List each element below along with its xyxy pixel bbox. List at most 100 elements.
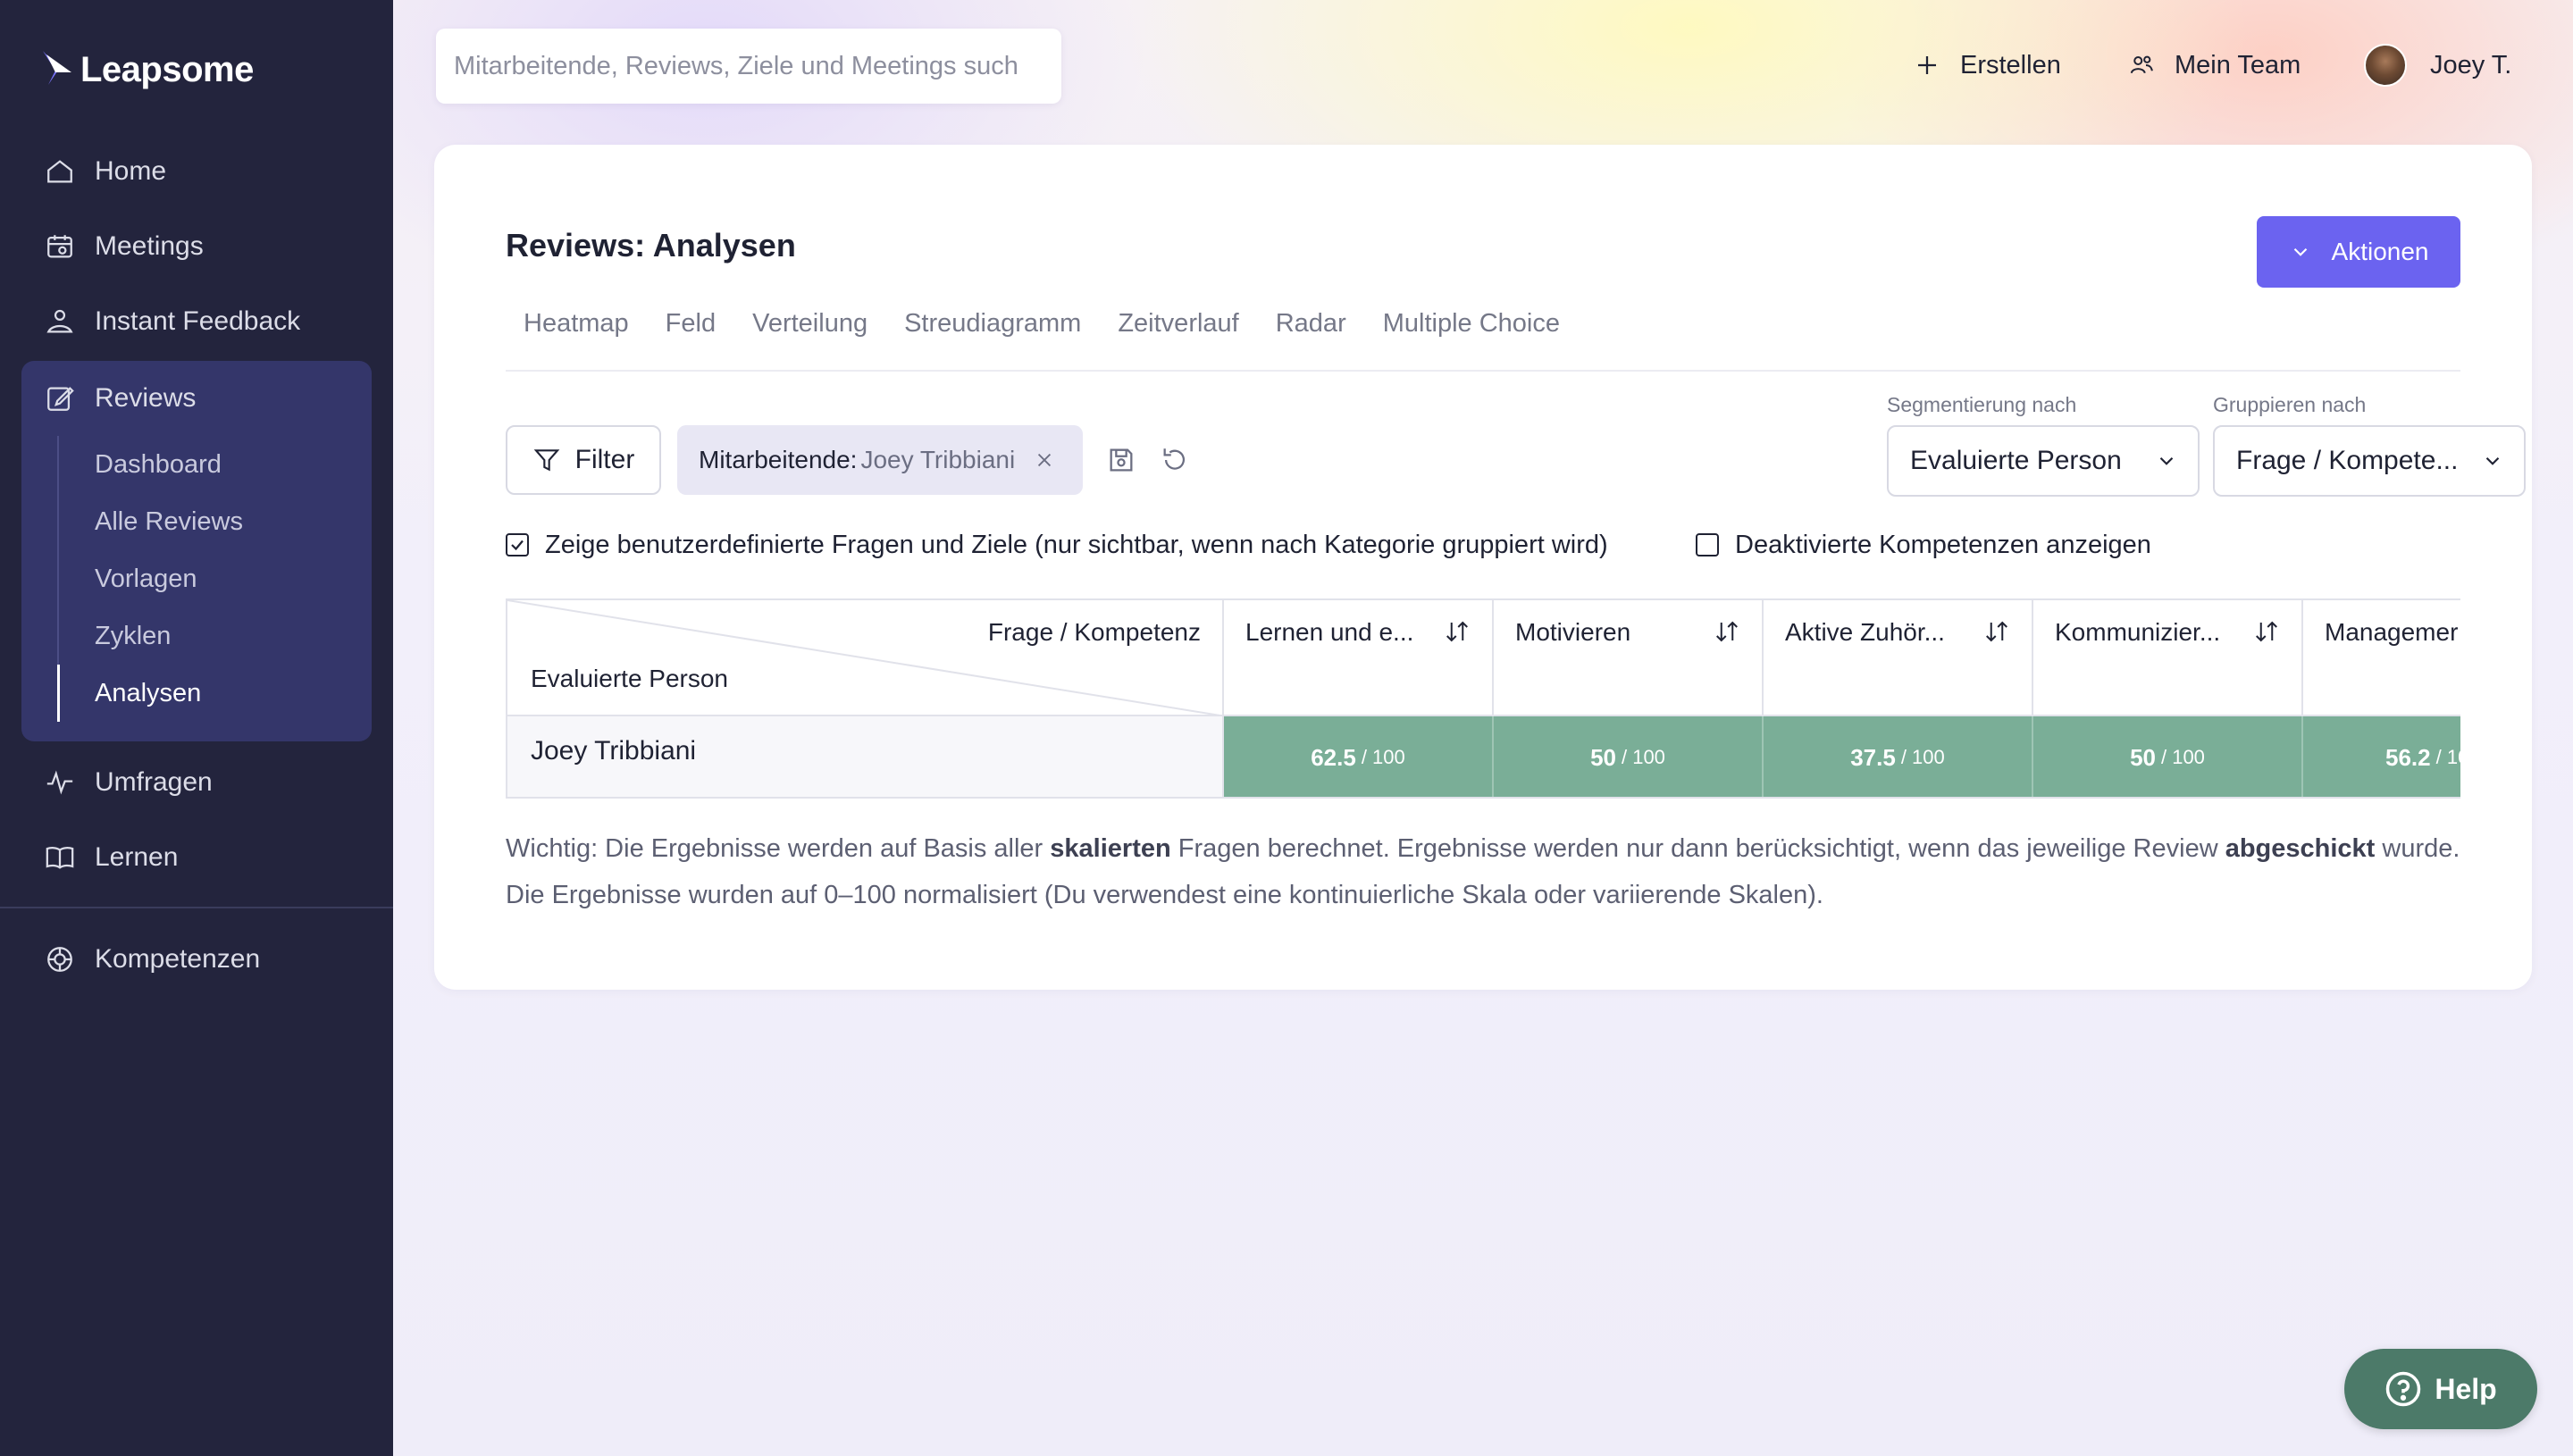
- analysis-tabs: Heatmap Feld Verteilung Streudiagramm Ze…: [506, 304, 2460, 372]
- my-team-button[interactable]: Mein Team: [2128, 39, 2301, 91]
- deactivated-option[interactable]: Deaktivierte Kompetenzen anzeigen: [1696, 527, 2151, 563]
- nav-label: Kompetenzen: [95, 944, 261, 974]
- reviews-icon: [47, 387, 74, 411]
- avatar: [2364, 44, 2407, 87]
- question-icon: [2386, 1371, 2421, 1407]
- nav-item-meetings[interactable]: Meetings: [0, 209, 393, 284]
- create-button[interactable]: Erstellen: [1914, 39, 2061, 91]
- nav-item-kompetenzen[interactable]: Kompetenzen: [0, 922, 393, 997]
- leapsome-logo[interactable]: Leapsome: [39, 45, 254, 95]
- subnav-item-alle-reviews[interactable]: Alle Reviews: [59, 493, 372, 550]
- nav-item-home[interactable]: Home: [0, 134, 393, 209]
- filter-button[interactable]: Filter: [506, 425, 661, 495]
- heatmap-cell[interactable]: 56.2 / 100: [2303, 716, 2460, 797]
- user-name: Joey T.: [2430, 50, 2512, 79]
- team-icon: [2130, 55, 2153, 74]
- tab-radar[interactable]: Radar: [1276, 304, 1346, 370]
- save-icon[interactable]: [1106, 445, 1136, 475]
- heatmap-cell[interactable]: 50 / 100: [2033, 716, 2303, 797]
- feedback-icon: [46, 309, 73, 333]
- reset-icon[interactable]: [1160, 445, 1190, 475]
- corner-row-label: Evaluierte Person: [531, 665, 729, 692]
- reviews-subnav: Dashboard Alle Reviews Vorlagen Zyklen A…: [57, 436, 372, 722]
- deactivated-checkbox[interactable]: [1696, 533, 1719, 556]
- subnav-item-analysen[interactable]: Analysen: [57, 665, 372, 722]
- tab-heatmap[interactable]: Heatmap: [524, 304, 629, 370]
- column-header[interactable]: Lernen und e...: [1224, 600, 1494, 716]
- column-header[interactable]: Motivieren: [1494, 600, 1764, 716]
- help-button[interactable]: Help: [2344, 1349, 2537, 1429]
- employee-filter-chip: Mitarbeitende: Joey Tribbiani: [677, 425, 1083, 495]
- cell-max: / 100: [1900, 746, 1945, 768]
- nav-label: Lernen: [95, 842, 179, 872]
- cell-max: / 100: [2435, 746, 2460, 768]
- column-title: Kommunizier...: [2055, 618, 2221, 646]
- subnav-item-zyklen[interactable]: Zyklen: [59, 607, 372, 665]
- deactivated-label: Deaktivierte Kompetenzen anzeigen: [1735, 530, 2151, 559]
- tab-zeitverlauf[interactable]: Zeitverlauf: [1118, 304, 1238, 370]
- row-header[interactable]: Joey Tribbiani: [506, 716, 1224, 797]
- cell-value: 50: [1590, 743, 1616, 771]
- cell-value: 62.5: [1311, 743, 1356, 771]
- sort-icon[interactable]: [1444, 618, 1471, 645]
- segment-label: Segmentierung nach: [1887, 393, 2077, 416]
- sort-icon[interactable]: [1714, 618, 1740, 645]
- nav-item-reviews[interactable]: Reviews: [21, 361, 372, 436]
- cell-max: / 100: [1621, 746, 1665, 768]
- global-search-input[interactable]: Mitarbeitende, Reviews, Ziele und Meetin…: [436, 29, 1061, 104]
- nav-label: Reviews: [95, 383, 197, 413]
- column-header[interactable]: Kommunizier...: [2033, 600, 2303, 716]
- heatmap-table: Frage / Kompetenz Evaluierte Person Lern…: [506, 598, 2460, 799]
- nav-item-umfragen[interactable]: Umfragen: [0, 745, 393, 820]
- group-value: Frage / Kompete...: [2236, 446, 2459, 475]
- custom-questions-checkbox[interactable]: [506, 533, 529, 556]
- home-icon: [47, 160, 72, 183]
- close-icon[interactable]: [1035, 450, 1054, 470]
- group-select[interactable]: Frage / Kompete...: [2213, 425, 2526, 497]
- custom-questions-option[interactable]: Zeige benutzerdefinierte Fragen und Ziel…: [506, 527, 1608, 563]
- subnav-item-dashboard[interactable]: Dashboard: [59, 436, 372, 493]
- chevron-down-icon: [2159, 456, 2174, 465]
- tab-verteilung[interactable]: Verteilung: [752, 304, 867, 370]
- heatmap-cell[interactable]: 50 / 100: [1494, 716, 1764, 797]
- sort-icon[interactable]: [1983, 618, 2010, 645]
- meetings-icon: [47, 235, 72, 258]
- custom-questions-label: Zeige benutzerdefinierte Fragen und Ziel…: [545, 530, 1608, 559]
- pulse-icon: [46, 770, 73, 795]
- heatmap-cell[interactable]: 62.5 / 100: [1224, 716, 1494, 797]
- book-icon: [46, 847, 74, 869]
- heatmap-cell[interactable]: 37.5 / 100: [1764, 716, 2033, 797]
- sidebar: Leapsome Home Meetings Instant Feedback …: [0, 0, 393, 1456]
- subnav-item-vorlagen[interactable]: Vorlagen: [59, 550, 372, 607]
- column-title: Lernen und e...: [1245, 618, 1414, 646]
- segment-select[interactable]: Evaluierte Person: [1887, 425, 2200, 497]
- nav-label: Instant Feedback: [95, 306, 301, 336]
- corner-column-label: Frage / Kompetenz: [987, 618, 1201, 646]
- column-header[interactable]: Managemer: [2303, 600, 2460, 716]
- chip-key: Mitarbeitende:: [699, 446, 858, 473]
- tab-multiple-choice[interactable]: Multiple Choice: [1383, 304, 1560, 370]
- cell-value: 50: [2130, 743, 2156, 771]
- tab-feld[interactable]: Feld: [666, 304, 716, 370]
- team-label: Mein Team: [2175, 50, 2301, 79]
- segment-value: Evaluierte Person: [1910, 446, 2122, 475]
- user-menu[interactable]: Joey T.: [2364, 39, 2511, 91]
- column-title: Aktive Zuhör...: [1785, 618, 1945, 646]
- column-header[interactable]: Aktive Zuhör...: [1764, 600, 2033, 716]
- heatmap-corner: Frage / Kompetenz Evaluierte Person: [506, 600, 1224, 716]
- sort-icon[interactable]: [2253, 618, 2280, 645]
- sidebar-divider: [0, 907, 393, 908]
- logo-text: Leapsome: [80, 49, 254, 89]
- search-placeholder: Mitarbeitende, Reviews, Ziele und Meetin…: [454, 51, 1018, 80]
- nav-item-instant-feedback[interactable]: Instant Feedback: [0, 284, 393, 359]
- nav-item-lernen[interactable]: Lernen: [0, 820, 393, 895]
- chevron-down-icon: [2485, 456, 2500, 465]
- actions-label: Aktionen: [2331, 238, 2429, 265]
- page-title: Reviews: Analysen: [506, 227, 796, 264]
- filter-icon: [533, 449, 560, 472]
- tab-streudiagramm[interactable]: Streudiagramm: [904, 304, 1081, 370]
- cell-value: 37.5: [1850, 743, 1896, 771]
- main-nav: Home Meetings Instant Feedback Reviews D…: [0, 134, 393, 895]
- note-text: Fragen berechnet. Ergebnisse werden nur …: [1170, 834, 2225, 863]
- actions-button[interactable]: Aktionen: [2257, 216, 2460, 288]
